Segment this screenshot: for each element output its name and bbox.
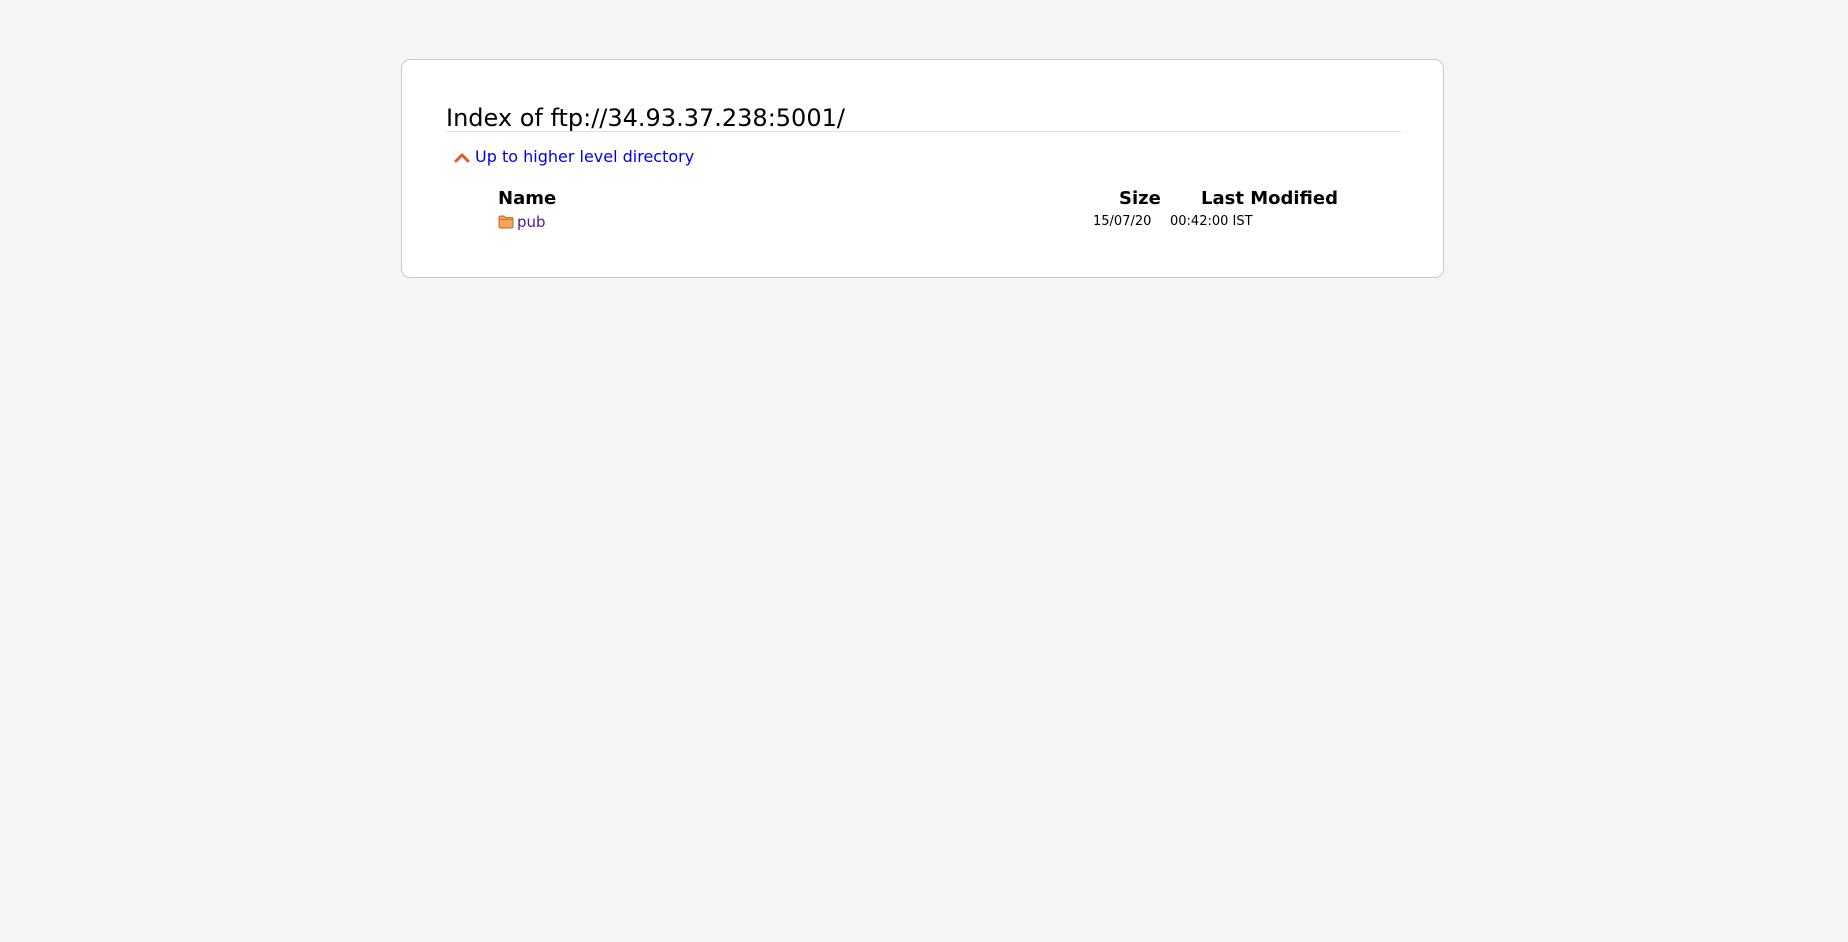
directory-listing-card: Index of ftp://34.93.37.238:5001/ Up to … — [401, 59, 1444, 278]
folder-icon — [498, 215, 514, 229]
entry-date: 15/07/20 — [1093, 214, 1152, 229]
page-title: Index of ftp://34.93.37.238:5001/ — [446, 104, 845, 132]
up-directory-label: Up to higher level directory — [475, 147, 695, 166]
entry-time: 00:42:00 IST — [1170, 214, 1253, 229]
column-header-last-modified[interactable]: Last Modified — [1201, 187, 1338, 211]
entry-link-pub[interactable]: pub — [498, 211, 546, 233]
up-arrow-icon — [454, 153, 470, 163]
up-directory-link[interactable]: Up to higher level directory — [454, 145, 694, 169]
title-divider — [446, 131, 1401, 132]
table-row: pub 15/07/20 00:42:00 IST — [498, 211, 1378, 233]
column-header-name[interactable]: Name — [498, 187, 556, 211]
entry-name: pub — [517, 213, 546, 231]
column-header-size[interactable]: Size — [1119, 187, 1161, 211]
